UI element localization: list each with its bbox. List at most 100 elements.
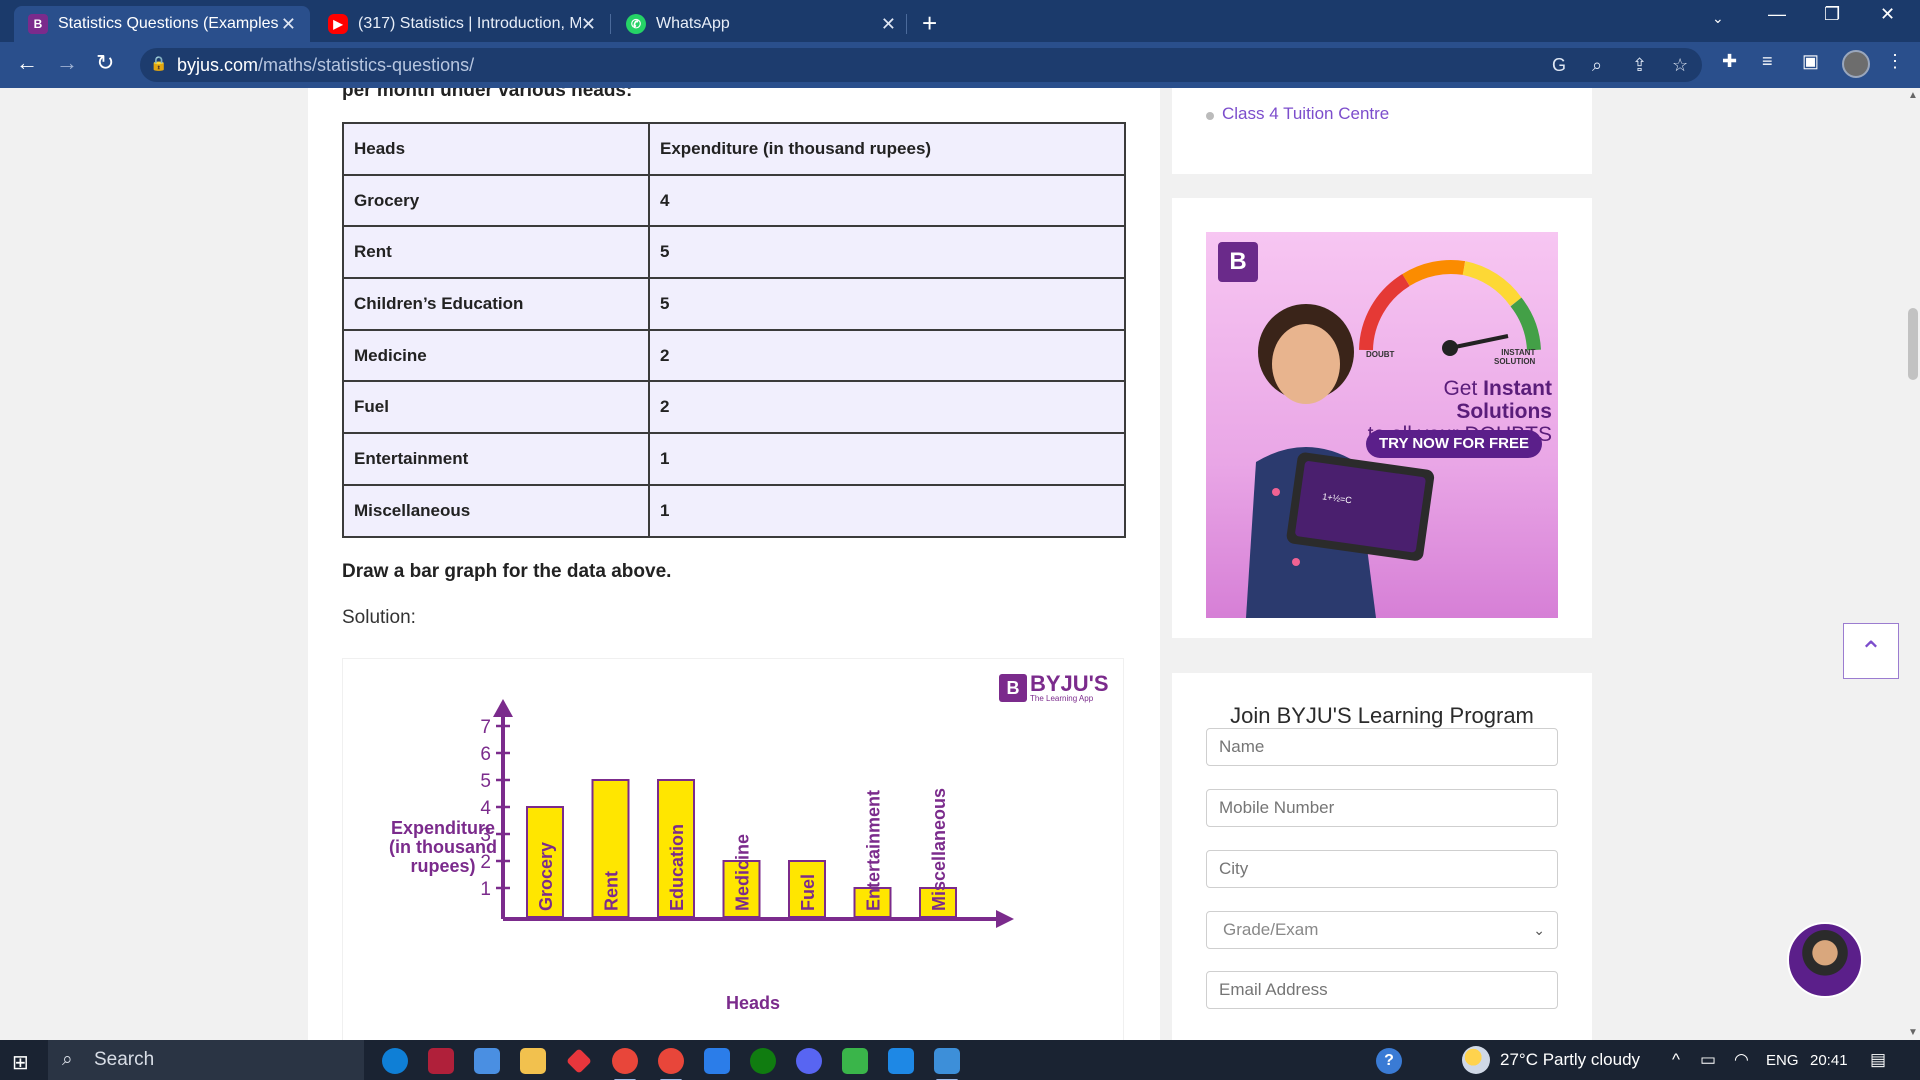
close-tab-icon[interactable]: ✕	[581, 14, 596, 35]
table-cell: Medicine	[342, 328, 650, 383]
search-icon: ⌕	[62, 1049, 73, 1070]
zoom-icon[interactable]: ⌕	[1592, 55, 1602, 76]
google-icon[interactable]: G	[1552, 55, 1566, 76]
app-icon-diamond[interactable]	[566, 1048, 592, 1074]
question-text: Draw a bar graph for the data above.	[342, 561, 672, 582]
close-window-button[interactable]: ✕	[1880, 4, 1895, 25]
y-axis-label-line: Expenditure	[391, 818, 495, 838]
table-cell: 2	[648, 380, 1126, 435]
bar-chart: 1234567Expenditure(in thousandrupees)Hea…	[389, 699, 1014, 1013]
close-tab-icon[interactable]: ✕	[281, 14, 296, 35]
tab-title: Statistics Questions (Examples of	[58, 15, 281, 32]
category-label: Fuel	[798, 874, 818, 911]
weather-text[interactable]: 27°C Partly cloudy	[1500, 1050, 1640, 1070]
byjus-favicon-icon: B	[28, 14, 48, 34]
table-cell: 5	[648, 225, 1126, 280]
category-label: Grocery	[536, 842, 556, 911]
close-tab-icon[interactable]: ✕	[881, 14, 896, 35]
table-header-row: Heads Expenditure (in thousand rupees)	[342, 122, 1126, 176]
edge-icon[interactable]	[382, 1048, 408, 1074]
minimize-button[interactable]: —	[1768, 4, 1786, 25]
brand-name: BYJU'S The Learning App	[1030, 671, 1109, 704]
side-panel-icon[interactable]: ▣	[1802, 51, 1819, 72]
forward-icon[interactable]: →	[56, 50, 78, 76]
app-icon-blue[interactable]	[704, 1048, 730, 1074]
table-cell: 4	[648, 173, 1126, 228]
scroll-to-top-button[interactable]: ⌃	[1843, 623, 1899, 679]
chrome-icon[interactable]	[612, 1048, 638, 1080]
lock-icon: 🔒	[150, 55, 168, 71]
tab-title: (317) Statistics | Introduction, Me	[358, 15, 581, 32]
instant-solutions-ad[interactable]: B 1+½=C DOUBT INSTANT SOLUTION Get Insta…	[1206, 232, 1558, 618]
mobile-number-field[interactable]	[1206, 789, 1558, 827]
category-label: Rent	[602, 871, 622, 911]
y-axis-label-line: (in thousand	[389, 837, 497, 857]
media-queue-icon[interactable]: ≡	[1762, 51, 1773, 72]
profile-avatar[interactable]	[1842, 50, 1870, 78]
grade-exam-select[interactable]: Grade/Exam ⌄	[1206, 911, 1558, 949]
vscode-icon[interactable]	[888, 1048, 914, 1074]
table-row: Medicine 2	[342, 328, 1126, 383]
address-bar[interactable]: 🔒 byjus.com/maths/statistics-questions/ …	[140, 48, 1702, 82]
discord-icon[interactable]	[796, 1048, 822, 1074]
youtube-favicon-icon: ▶	[328, 14, 348, 34]
restore-button[interactable]: ❐	[1824, 4, 1840, 25]
solution-label: Solution:	[342, 607, 416, 628]
table-cell: Grocery	[342, 173, 650, 228]
chat-avatar-button[interactable]	[1787, 922, 1863, 998]
xbox-icon[interactable]	[750, 1048, 776, 1074]
tab-youtube-statistics[interactable]: ▶ (317) Statistics | Introduction, Me ✕	[314, 6, 610, 42]
taskbar-search[interactable]: ⌕ Search	[48, 1040, 364, 1080]
class-4-tuition-link[interactable]: Class 4 Tuition Centre	[1222, 104, 1389, 124]
y-tick-label: 7	[480, 717, 491, 738]
share-icon[interactable]: ⇪	[1632, 55, 1647, 76]
scroll-up-arrow-icon[interactable]: ▲	[1908, 90, 1918, 101]
table-cell: 1	[648, 483, 1126, 538]
article-column: per month under various heads: Heads Exp…	[308, 88, 1160, 1040]
clock[interactable]: 20:41	[1810, 1052, 1848, 1069]
tab-whatsapp[interactable]: ✆ WhatsApp ✕	[612, 6, 910, 42]
scroll-down-arrow-icon[interactable]: ▼	[1908, 1027, 1918, 1038]
x-axis-label: Heads	[726, 993, 780, 1013]
try-now-button[interactable]: TRY NOW FOR FREE	[1366, 430, 1542, 458]
photos-icon[interactable]	[934, 1048, 960, 1080]
extensions-icon[interactable]: ✚	[1722, 51, 1737, 72]
vertical-scrollbar[interactable]: ▲ ▼	[1906, 88, 1920, 1040]
y-axis-arrow	[493, 699, 513, 717]
back-icon[interactable]: ←	[16, 50, 38, 76]
reload-icon[interactable]: ↻	[96, 50, 114, 76]
tab-separator	[906, 14, 907, 34]
category-label: Education	[667, 824, 687, 911]
bookmark-star-icon[interactable]: ☆	[1672, 55, 1688, 76]
tab-search-icon[interactable]: ⌄	[1712, 10, 1724, 27]
category-label: Miscellaneous	[929, 788, 949, 911]
table-header-cell: Expenditure (in thousand rupees)	[648, 122, 1126, 176]
tab-statistics-questions[interactable]: B Statistics Questions (Examples of ✕	[14, 6, 310, 42]
form-title: Join BYJU'S Learning Program	[1230, 703, 1534, 728]
store-icon[interactable]	[474, 1048, 500, 1074]
menu-kebab-icon[interactable]: ⋮	[1886, 51, 1904, 72]
table-cell: Miscellaneous	[342, 483, 650, 538]
signup-form-card: Join BYJU'S Learning Program Grade/Exam …	[1172, 673, 1592, 1040]
language-indicator[interactable]: ENG	[1766, 1052, 1799, 1069]
email-field[interactable]	[1206, 971, 1558, 1009]
battery-icon[interactable]: ▭	[1700, 1050, 1716, 1070]
scrollbar-thumb[interactable]	[1908, 308, 1918, 380]
notifications-icon[interactable]: ▤	[1870, 1050, 1886, 1070]
app-icon-layers[interactable]	[842, 1048, 868, 1074]
windows-start-icon[interactable]: ⊞	[12, 1050, 29, 1075]
tray-chevron-up-icon[interactable]: ^	[1672, 1050, 1680, 1070]
wifi-icon[interactable]: ◠	[1734, 1050, 1749, 1070]
windows-taskbar: ⊞ ⌕ Search ? 27°C Partly cloudy ^ ▭ ◠ EN…	[0, 1040, 1920, 1080]
file-explorer-icon[interactable]	[520, 1048, 546, 1074]
new-tab-button[interactable]: +	[922, 8, 937, 39]
city-field[interactable]	[1206, 850, 1558, 888]
name-field[interactable]	[1206, 728, 1558, 766]
byjus-brand-logo: B BYJU'S The Learning App	[999, 671, 1109, 704]
chrome-profile-icon[interactable]	[658, 1048, 684, 1080]
app-icon-red[interactable]	[428, 1048, 454, 1074]
gauge-instant-label: INSTANT SOLUTION	[1494, 348, 1536, 366]
help-icon[interactable]: ?	[1376, 1048, 1402, 1074]
byjus-logo-icon: B	[999, 674, 1027, 702]
table-row: Rent 5	[342, 225, 1126, 280]
